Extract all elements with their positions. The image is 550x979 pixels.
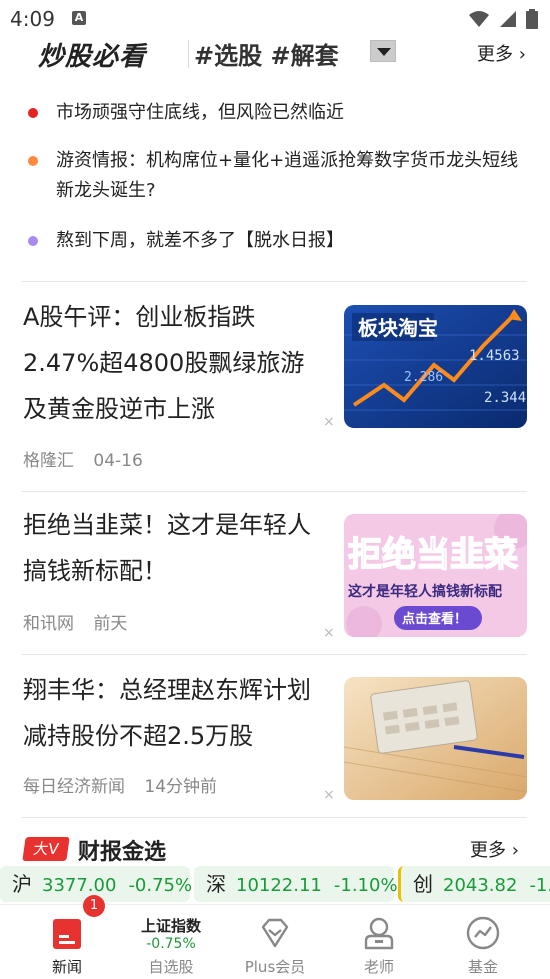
header-divider	[188, 40, 189, 68]
ticker-name: 深	[206, 872, 226, 896]
tab-teacher[interactable]: 老师	[329, 905, 429, 979]
divider	[22, 654, 527, 655]
diamond-icon	[261, 918, 289, 948]
finance-report-title: 财报金选	[78, 840, 167, 865]
tab-watchlist-label: 自选股	[148, 958, 194, 976]
hot-section-tags[interactable]: #选股 #解套	[194, 36, 339, 71]
article-title: 拒绝当韭菜！这才是年轻人搞钱新标配！	[23, 511, 311, 585]
article-thumbnail	[344, 677, 527, 800]
index-ticker[interactable]: 沪 3377.00 -0.75% 深 10122.11 -1.10% 创 2043.82-…	[0, 864, 550, 904]
article-title: A股午评：创业板指跌2.47%超4800股飘绿旅游及黄金股逆市上涨	[23, 303, 305, 423]
svg-text:2.286: 2.286	[404, 370, 443, 385]
tab-watchlist[interactable]: 上证指数 -0.75% 自选股	[121, 905, 221, 979]
ticker-item[interactable]: 创 2043.82 -1.1	[398, 866, 550, 902]
ticker-value: 10122.11	[236, 875, 322, 896]
article-meta: 格隆汇 04-16	[23, 446, 157, 471]
watchlist-index-name: 上证指数	[140, 917, 201, 935]
notification-a-icon: A	[72, 11, 86, 25]
article-thumbnail: 2.286 1.4563 2.344 板块淘宝	[344, 305, 527, 428]
big-v-badge: 大V	[22, 837, 70, 861]
svg-text:2.344: 2.344	[484, 390, 526, 406]
status-time: 4:09	[10, 7, 55, 31]
tab-teacher-label: 老师	[363, 958, 394, 976]
ticker-value: 2043.82	[443, 875, 518, 896]
svg-text:1.4563: 1.4563	[469, 348, 520, 364]
status-bar: 4:09 A	[0, 0, 550, 40]
signal-icon	[499, 10, 516, 27]
tab-news-label: 新闻	[51, 958, 82, 976]
divider	[22, 817, 527, 818]
bullet-dot	[28, 108, 38, 118]
divider	[22, 281, 527, 282]
hot-more-link[interactable]: 更多 ›	[477, 40, 526, 66]
bullet-news-text: 游资情报：机构席位+量化+逍遥派抢筹数字货币龙头短线新龙头诞生?	[56, 150, 519, 201]
article-meta: 和讯网 前天	[23, 609, 141, 634]
bullet-news-text: 熬到下周，就差不多了【脱水日报】	[56, 230, 344, 251]
fund-chart-icon	[466, 916, 500, 950]
tab-news[interactable]: 1 新闻	[17, 895, 117, 979]
thumb-label: 拒绝当韭菜	[348, 535, 518, 575]
article-title: 翔丰华：总经理赵东辉计划减持股份不超2.5万股	[23, 676, 311, 750]
article-meta: 每日经济新闻 14分钟前	[23, 772, 231, 797]
ticker-name: 创	[413, 872, 433, 896]
close-icon[interactable]: ×	[323, 414, 335, 430]
hot-section-title: 炒股必看	[38, 42, 147, 72]
news-icon	[53, 919, 81, 949]
finance-more-link[interactable]: 更多 ›	[470, 836, 519, 862]
ticker-pct: -1.10%	[333, 875, 398, 896]
thumb-subtitle: 这才是年轻人搞钱新标配	[348, 583, 502, 600]
ticker-pct: -1.1	[529, 875, 550, 896]
article-thumbnail: 拒绝当韭菜 这才是年轻人搞钱新标配 点击查看！	[344, 514, 527, 637]
article-time: 14分钟前	[144, 777, 218, 797]
chevron-down-icon[interactable]	[370, 40, 396, 62]
ticker-name: 沪	[12, 872, 32, 896]
tab-plus-label: Plus会员	[244, 958, 306, 976]
notification-badge: 1	[83, 895, 105, 917]
bottom-tab-bar: 1 新闻 上证指数 -0.75% 自选股 Plus会员 老师 基金	[0, 895, 550, 979]
article-time: 04-16	[93, 451, 143, 471]
bullet-dot	[28, 156, 38, 166]
bullet-news-text: 市场顽强守住底线，但风险已然临近	[56, 102, 344, 123]
article-source: 和讯网	[23, 614, 74, 634]
article-source: 格隆汇	[23, 451, 74, 471]
watchlist-index-pct: -0.75%	[146, 936, 196, 952]
wifi-icon	[468, 10, 489, 27]
divider	[22, 491, 527, 492]
status-icons	[464, 8, 538, 29]
article-source: 每日经济新闻	[23, 777, 125, 797]
article-time: 前天	[93, 614, 128, 634]
ticker-value: 3377.00	[42, 875, 117, 896]
tab-plus[interactable]: Plus会员	[225, 905, 325, 979]
close-icon[interactable]: ×	[323, 787, 335, 803]
battery-icon	[526, 8, 538, 29]
hot-section-header: 炒股必看 #选股 #解套 更多 ›	[0, 36, 550, 72]
teacher-icon	[364, 917, 394, 950]
ticker-pct: -0.75%	[128, 875, 193, 896]
bullet-dot	[28, 236, 38, 246]
thumb-label: 板块淘宝	[358, 316, 438, 340]
tab-fund[interactable]: 基金	[433, 905, 533, 979]
close-icon[interactable]: ×	[323, 625, 335, 641]
thumb-button: 点击查看！	[402, 611, 467, 627]
ticker-item[interactable]: 深 10122.11 -1.10%	[194, 866, 398, 902]
tab-fund-label: 基金	[467, 958, 498, 976]
finance-report-header: 大V 财报金选 更多 ›	[0, 832, 550, 866]
